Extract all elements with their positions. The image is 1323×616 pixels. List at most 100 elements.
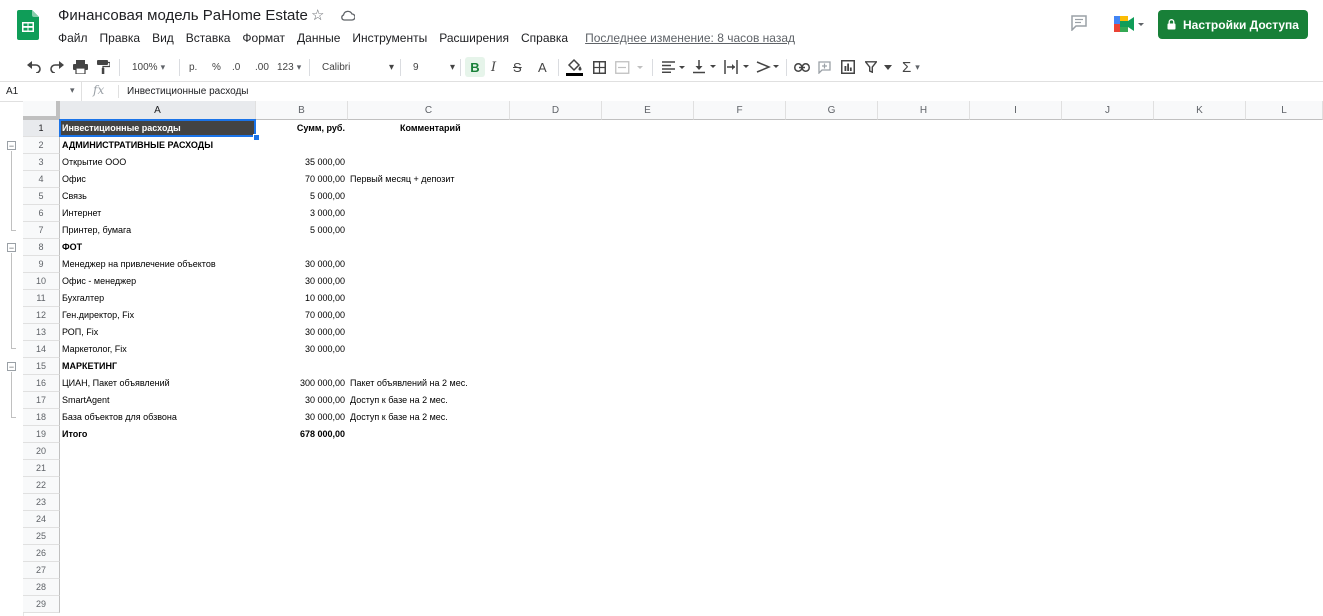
- cell-b[interactable]: 300 000,00: [255, 375, 345, 392]
- collapse-group-button[interactable]: −: [7, 243, 16, 253]
- last-edit-link[interactable]: Последнее изменение: 8 часов назад: [585, 31, 795, 45]
- cell-b[interactable]: 678 000,00: [255, 426, 345, 443]
- cell-c[interactable]: Доступ к базе на 2 мес.: [350, 409, 448, 426]
- collapse-group-button[interactable]: −: [7, 141, 16, 151]
- cell-b[interactable]: 30 000,00: [255, 409, 345, 426]
- cell-a[interactable]: База объектов для обзвона: [62, 409, 177, 426]
- cell-b[interactable]: 3 000,00: [255, 205, 345, 222]
- cell-a[interactable]: Инвестиционные расходы: [62, 120, 181, 137]
- cell-a[interactable]: SmartAgent: [62, 392, 110, 409]
- redo-button[interactable]: [50, 53, 64, 81]
- row-header[interactable]: 11: [23, 290, 60, 307]
- cell-b[interactable]: [255, 137, 345, 154]
- cell-b[interactable]: 30 000,00: [255, 341, 345, 358]
- cell-b[interactable]: 30 000,00: [255, 324, 345, 341]
- cell-a[interactable]: Маркетолог, Fix: [62, 341, 127, 358]
- column-header-h[interactable]: H: [878, 101, 970, 120]
- decrease-decimals-button[interactable]: .0: [232, 53, 240, 81]
- cell-b[interactable]: 30 000,00: [255, 256, 345, 273]
- row-header[interactable]: 28: [23, 579, 60, 596]
- column-header-j[interactable]: J: [1062, 101, 1154, 120]
- menu-view[interactable]: Вид: [152, 31, 174, 45]
- filter-button[interactable]: [865, 53, 877, 81]
- row-header[interactable]: 25: [23, 528, 60, 545]
- increase-decimals-button[interactable]: .00: [255, 53, 269, 81]
- row-header[interactable]: 3: [23, 154, 60, 171]
- menu-format[interactable]: Формат: [242, 31, 285, 45]
- name-box[interactable]: A1 ▾: [0, 82, 82, 101]
- row-header[interactable]: 8: [23, 239, 60, 256]
- cell-c[interactable]: Комментарий: [400, 120, 461, 137]
- cell-b[interactable]: 10 000,00: [255, 290, 345, 307]
- row-header[interactable]: 15: [23, 358, 60, 375]
- functions-button[interactable]: Σ ▾: [902, 53, 920, 81]
- cell-b[interactable]: 5 000,00: [255, 222, 345, 239]
- menu-help[interactable]: Справка: [521, 31, 568, 45]
- cell-c[interactable]: Первый месяц + депозит: [350, 171, 455, 188]
- row-header[interactable]: 20: [23, 443, 60, 460]
- formula-input[interactable]: Инвестиционные расходы: [127, 86, 248, 97]
- cell-a[interactable]: Менеджер на привлечение объектов: [62, 256, 216, 273]
- cell-b[interactable]: 30 000,00: [255, 392, 345, 409]
- menu-tools[interactable]: Инструменты: [352, 31, 427, 45]
- cell-b[interactable]: [255, 239, 345, 256]
- cell-b[interactable]: Сумм, руб.: [255, 120, 345, 137]
- select-all-corner[interactable]: [23, 101, 60, 120]
- text-color-icon[interactable]: A: [538, 53, 547, 81]
- row-header[interactable]: 12: [23, 307, 60, 324]
- merge-cells-button[interactable]: [615, 53, 643, 81]
- horizontal-align-button[interactable]: [662, 53, 686, 81]
- vertical-align-button[interactable]: [693, 53, 717, 81]
- column-header-c[interactable]: C: [348, 101, 510, 120]
- strikethrough-icon[interactable]: S: [513, 53, 522, 81]
- font-size-select[interactable]: 9 ▾: [413, 53, 455, 81]
- cell-a[interactable]: Принтер, бумага: [62, 222, 131, 239]
- document-title[interactable]: Финансовая модель PaHome Estate: [58, 7, 308, 24]
- print-button[interactable]: [73, 53, 88, 81]
- share-button[interactable]: Настройки Доступа: [1158, 10, 1308, 39]
- text-wrap-button[interactable]: [724, 53, 750, 81]
- italic-icon[interactable]: I: [491, 53, 496, 81]
- cell-a[interactable]: АДМИНИСТРАТИВНЫЕ РАСХОДЫ: [62, 137, 213, 154]
- row-header[interactable]: 17: [23, 392, 60, 409]
- insert-comment-button[interactable]: [818, 53, 831, 81]
- row-header[interactable]: 1: [23, 120, 60, 137]
- row-header[interactable]: 16: [23, 375, 60, 392]
- cell-a[interactable]: Офис: [62, 171, 86, 188]
- cell-a[interactable]: Бухгалтер: [62, 290, 104, 307]
- cell-b[interactable]: 70 000,00: [255, 307, 345, 324]
- undo-button[interactable]: [27, 53, 41, 81]
- menu-edit[interactable]: Правка: [100, 31, 141, 45]
- menu-insert[interactable]: Вставка: [186, 31, 231, 45]
- cell-b[interactable]: 35 000,00: [255, 154, 345, 171]
- cell-a[interactable]: Итого: [62, 426, 87, 443]
- column-header-f[interactable]: F: [694, 101, 786, 120]
- insert-chart-button[interactable]: [841, 53, 855, 81]
- cell-a[interactable]: Открытие ООО: [62, 154, 126, 171]
- currency-format-button[interactable]: р.: [189, 53, 197, 81]
- menu-data[interactable]: Данные: [297, 31, 340, 45]
- cell-a[interactable]: РОП, Fix: [62, 324, 98, 341]
- comment-history-icon[interactable]: [1070, 15, 1088, 31]
- row-header[interactable]: 23: [23, 494, 60, 511]
- fill-color-button[interactable]: [566, 53, 583, 81]
- star-icon[interactable]: ☆: [311, 6, 324, 24]
- text-rotation-button[interactable]: [756, 53, 780, 81]
- row-header[interactable]: 4: [23, 171, 60, 188]
- cell-a[interactable]: Офис - менеджер: [62, 273, 136, 290]
- row-header[interactable]: 2: [23, 137, 60, 154]
- menu-extensions[interactable]: Расширения: [439, 31, 509, 45]
- cell-a[interactable]: Интернет: [62, 205, 101, 222]
- row-header[interactable]: 7: [23, 222, 60, 239]
- cloud-status-icon[interactable]: [340, 10, 355, 21]
- row-header[interactable]: 18: [23, 409, 60, 426]
- row-header[interactable]: 26: [23, 545, 60, 562]
- insert-link-button[interactable]: [794, 53, 810, 81]
- row-header[interactable]: 22: [23, 477, 60, 494]
- cell-b[interactable]: 70 000,00: [255, 171, 345, 188]
- filter-views-button[interactable]: [884, 53, 892, 81]
- cell-a[interactable]: Ген.директор, Fix: [62, 307, 134, 324]
- row-header[interactable]: 6: [23, 205, 60, 222]
- sheets-logo-icon[interactable]: [17, 10, 39, 40]
- row-header[interactable]: 5: [23, 188, 60, 205]
